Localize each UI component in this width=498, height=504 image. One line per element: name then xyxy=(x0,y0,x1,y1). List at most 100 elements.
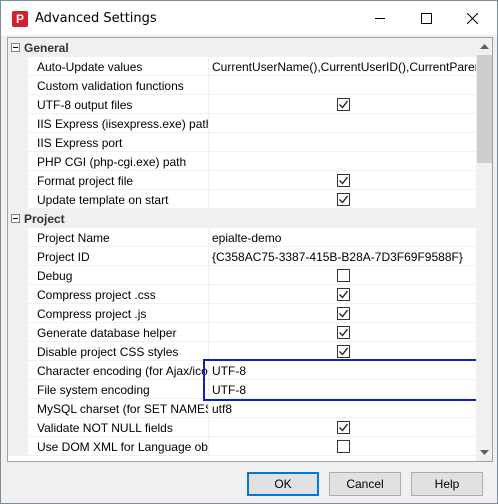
property-name: PHP CGI (php-cgi.exe) path xyxy=(28,152,209,171)
property-row[interactable]: Debug xyxy=(8,266,476,285)
property-value-checkbox-cell[interactable] xyxy=(209,437,476,456)
category-general[interactable]: General xyxy=(8,38,476,57)
scroll-up-button[interactable] xyxy=(476,38,492,55)
property-value-checkbox-cell[interactable] xyxy=(209,266,476,285)
property-value[interactable]: {C358AC75-3387-415B-B28A-7D3F69F9588F} xyxy=(209,247,476,266)
property-value[interactable] xyxy=(209,114,476,133)
row-gutter xyxy=(8,190,28,209)
scroll-down-button[interactable] xyxy=(476,444,492,461)
property-name: UTF-8 output files xyxy=(28,95,209,114)
row-gutter xyxy=(8,380,28,399)
maximize-icon xyxy=(420,12,432,24)
app-logo-icon: P xyxy=(12,11,28,27)
row-gutter xyxy=(8,152,28,171)
ok-button[interactable]: OK xyxy=(247,472,319,496)
property-name: MySQL charset (for SET NAMES) xyxy=(28,399,209,418)
checkbox[interactable] xyxy=(337,345,350,358)
property-value[interactable] xyxy=(209,133,476,152)
checkbox[interactable] xyxy=(337,193,350,206)
property-row[interactable]: MySQL charset (for SET NAMES) utf8 xyxy=(8,399,476,418)
checkbox[interactable] xyxy=(337,421,350,434)
property-value[interactable]: UTF-8 xyxy=(209,361,476,380)
property-value-checkbox-cell[interactable] xyxy=(209,342,476,361)
property-row[interactable]: Use DOM XML for Language object xyxy=(8,437,476,456)
checkmark-icon xyxy=(339,176,348,185)
property-row[interactable]: Compress project .js xyxy=(8,304,476,323)
property-value-checkbox-cell[interactable] xyxy=(209,304,476,323)
chevron-up-icon xyxy=(480,44,489,49)
property-name: Project Name xyxy=(28,228,209,247)
scrollbar-thumb[interactable] xyxy=(477,55,492,163)
minimize-button[interactable] xyxy=(357,1,403,35)
property-value[interactable]: CurrentUserName(),CurrentUserID(),Curren… xyxy=(209,57,476,76)
vertical-scrollbar[interactable] xyxy=(476,38,492,461)
checkmark-icon xyxy=(339,290,348,299)
checkbox[interactable] xyxy=(337,440,350,453)
property-name: Validate NOT NULL fields xyxy=(28,418,209,437)
property-row[interactable]: IIS Express port xyxy=(8,133,476,152)
property-value[interactable]: utf8 xyxy=(209,399,476,418)
checkbox[interactable] xyxy=(337,269,350,282)
property-value-checkbox-cell[interactable] xyxy=(209,418,476,437)
row-gutter xyxy=(8,285,28,304)
property-row[interactable]: PHP CGI (php-cgi.exe) path xyxy=(8,152,476,171)
property-row[interactable]: Project ID {C358AC75-3387-415B-B28A-7D3F6… xyxy=(8,247,476,266)
property-name: Custom validation functions xyxy=(28,76,209,95)
property-value-checkbox-cell[interactable] xyxy=(209,323,476,342)
property-value[interactable] xyxy=(209,152,476,171)
property-row[interactable]: UTF-8 output files xyxy=(8,95,476,114)
property-name: Disable project CSS styles xyxy=(28,342,209,361)
row-gutter xyxy=(8,437,28,456)
property-name: Debug xyxy=(28,266,209,285)
property-row[interactable]: IIS Express (iisexpress.exe) path xyxy=(8,114,476,133)
checkbox[interactable] xyxy=(337,307,350,320)
property-row[interactable]: Character encoding (for Ajax/iconv) UTF-8 xyxy=(8,361,476,380)
property-value[interactable] xyxy=(209,76,476,95)
checkbox[interactable] xyxy=(337,174,350,187)
property-row[interactable]: Compress project .css xyxy=(8,285,476,304)
property-row[interactable]: Auto-Update values CurrentUserName(),Curr… xyxy=(8,57,476,76)
property-value-checkbox-cell[interactable] xyxy=(209,190,476,209)
property-row[interactable]: Project Name epialte-demo xyxy=(8,228,476,247)
property-grid[interactable]: General Auto-Update values CurrentUserNam… xyxy=(7,37,493,462)
property-value-checkbox-cell[interactable] xyxy=(209,171,476,190)
property-grid-content: General Auto-Update values CurrentUserNam… xyxy=(8,38,476,461)
row-gutter xyxy=(8,342,28,361)
property-row[interactable]: Custom validation functions xyxy=(8,76,476,95)
maximize-button[interactable] xyxy=(403,1,449,35)
property-row[interactable]: Generate database helper xyxy=(8,323,476,342)
row-gutter xyxy=(8,133,28,152)
close-button[interactable] xyxy=(449,1,495,35)
cancel-button[interactable]: Cancel xyxy=(329,472,401,496)
property-name: Project ID xyxy=(28,247,209,266)
checkbox[interactable] xyxy=(337,326,350,339)
help-button[interactable]: Help xyxy=(411,472,483,496)
property-row[interactable]: Validate NOT NULL fields xyxy=(8,418,476,437)
property-name: Format project file xyxy=(28,171,209,190)
property-name: Character encoding (for Ajax/iconv) xyxy=(28,361,209,380)
property-name: Update template on start xyxy=(28,190,209,209)
window-title: Advanced Settings xyxy=(35,11,157,26)
property-row[interactable]: Disable project CSS styles xyxy=(8,342,476,361)
property-name: Auto-Update values xyxy=(28,57,209,76)
collapse-toggle-icon[interactable] xyxy=(11,214,20,223)
property-name: IIS Express port xyxy=(28,133,209,152)
category-project[interactable]: Project xyxy=(8,209,476,228)
checkbox[interactable] xyxy=(337,98,350,111)
property-row[interactable]: Format project file xyxy=(8,171,476,190)
property-row[interactable]: Update template on start xyxy=(8,190,476,209)
category-label: Project xyxy=(24,212,65,226)
property-value-checkbox-cell[interactable] xyxy=(209,95,476,114)
row-gutter xyxy=(8,247,28,266)
row-gutter xyxy=(8,76,28,95)
property-name: Generate database helper xyxy=(28,323,209,342)
checkmark-icon xyxy=(339,328,348,337)
row-gutter xyxy=(8,95,28,114)
checkmark-icon xyxy=(339,100,348,109)
collapse-toggle-icon[interactable] xyxy=(11,43,20,52)
property-value[interactable]: UTF-8 xyxy=(209,380,476,399)
property-value-checkbox-cell[interactable] xyxy=(209,285,476,304)
property-row[interactable]: File system encoding UTF-8 xyxy=(8,380,476,399)
checkbox[interactable] xyxy=(337,288,350,301)
property-value[interactable]: epialte-demo xyxy=(209,228,476,247)
